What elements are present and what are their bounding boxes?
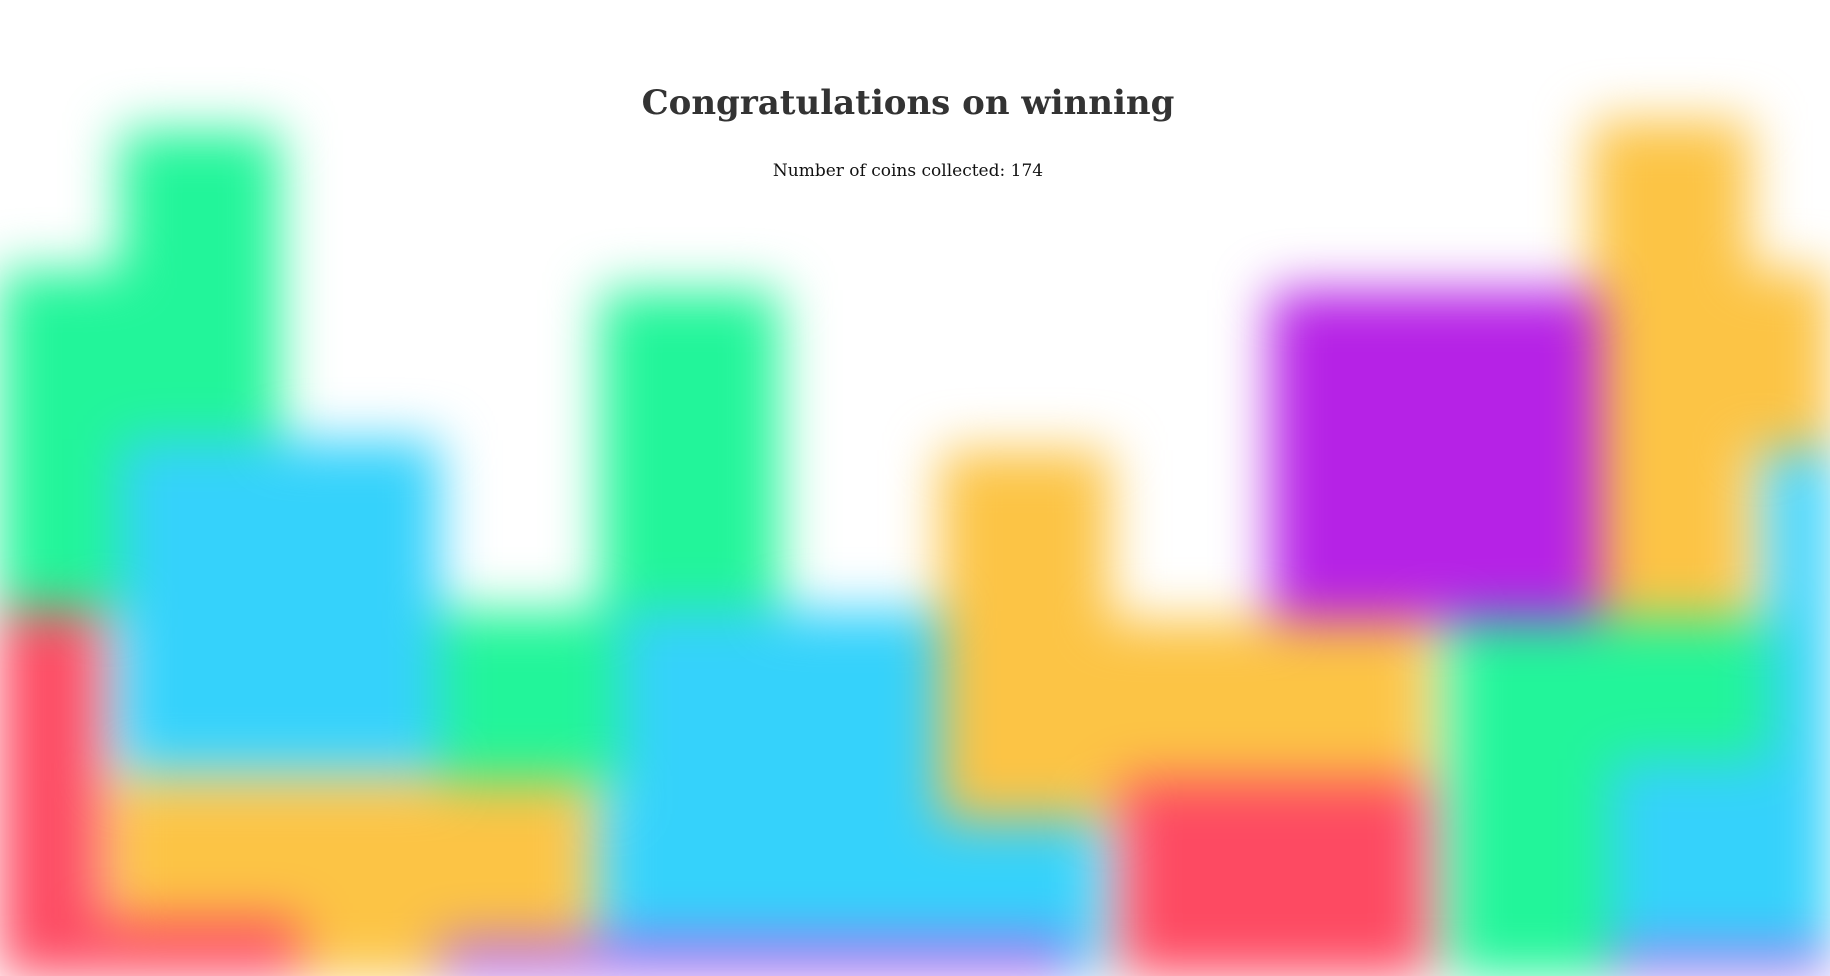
win-title: Congratulations on winning: [641, 83, 1175, 123]
game-win-screen: Congratulations on winning Number of coi…: [0, 0, 1830, 976]
yellow-block: [960, 620, 1430, 800]
blue-block: [1610, 760, 1830, 950]
yellow-block: [1740, 270, 1830, 450]
yellow-block: [1590, 120, 1750, 620]
violet-block: [440, 940, 1070, 976]
red-block: [0, 920, 300, 976]
red-block: [1120, 780, 1430, 976]
coins-collected-label: Number of coins collected:: [772, 161, 1006, 181]
coins-collected-count: 174: [1010, 161, 1044, 181]
win-message: Congratulations on winning Number of coi…: [0, 0, 1816, 182]
purple-block: [1270, 290, 1600, 620]
blue-block: [120, 440, 440, 770]
coins-collected-text: Number of coins collected: 174: [0, 160, 1816, 182]
violet-block: [1610, 950, 1830, 976]
